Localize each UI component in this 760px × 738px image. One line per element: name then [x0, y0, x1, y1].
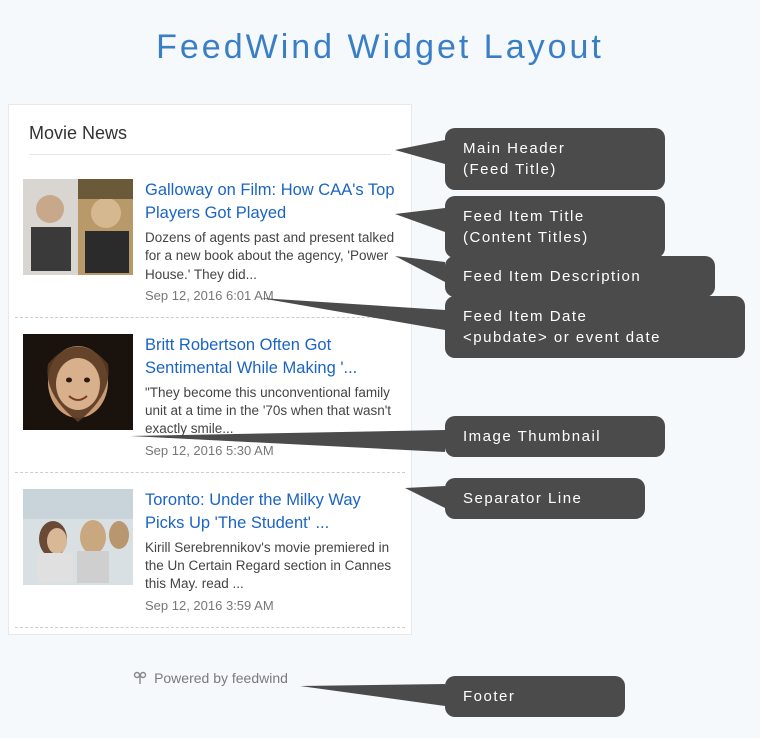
feed-item-date: Sep 12, 2016 3:59 AM [145, 598, 397, 613]
feed-item-description: Dozens of agents past and present talked… [145, 229, 397, 284]
image-thumbnail [23, 179, 133, 275]
feedwind-logo-icon [132, 670, 148, 686]
callout-item-desc: Feed Item Description [445, 256, 715, 297]
widget-header: Movie News [9, 105, 411, 154]
feed-item-title[interactable]: Galloway on Film: How CAA's Top Players … [145, 179, 397, 225]
feed-item[interactable]: Toronto: Under the Milky Way Picks Up 'T… [9, 479, 411, 621]
separator-line [15, 472, 405, 473]
feed-widget: Movie News Galloway on Film: How CAA's T… [8, 104, 412, 635]
feed-item-title[interactable]: Toronto: Under the Milky Way Picks Up 'T… [145, 489, 397, 535]
callout-footer: Footer [445, 676, 625, 717]
feed-item[interactable]: Galloway on Film: How CAA's Top Players … [9, 169, 411, 311]
callout-main-header: Main Header (Feed Title) [445, 128, 665, 190]
separator-line [15, 627, 405, 628]
image-thumbnail [23, 334, 133, 430]
image-thumbnail [23, 489, 133, 585]
callout-item-title: Feed Item Title (Content Titles) [445, 196, 665, 258]
callout-item-date: Feed Item Date <pubdate> or event date [445, 296, 745, 358]
header-underline [29, 154, 391, 155]
callout-separator: Separator Line [445, 478, 645, 519]
footer-text: Powered by feedwind [154, 670, 288, 686]
page-title: FeedWind Widget Layout [0, 0, 760, 89]
feed-item-title[interactable]: Britt Robertson Often Got Sentimental Wh… [145, 334, 397, 380]
callout-thumbnail: Image Thumbnail [445, 416, 665, 457]
feed-item-description: Kirill Serebrennikov's movie premiered i… [145, 539, 397, 594]
